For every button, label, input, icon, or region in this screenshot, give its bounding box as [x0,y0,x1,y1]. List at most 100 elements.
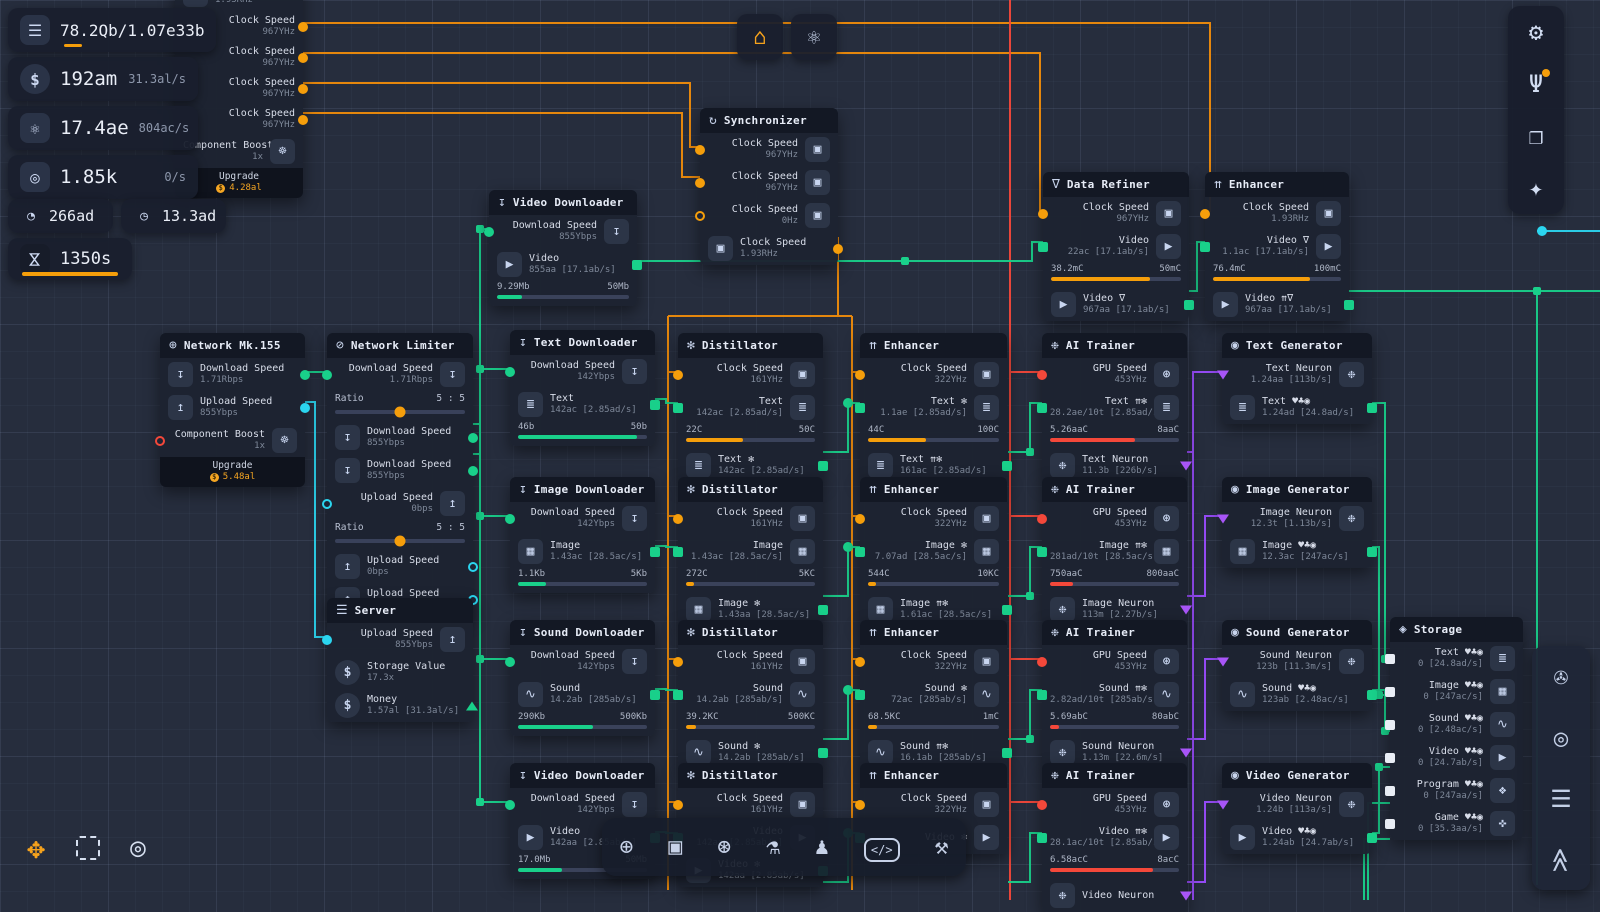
distillator-image[interactable]: ✻DistillatorClock Speed161YHz▣Image1.43a… [678,477,823,626]
port-g[interactable] [468,466,478,476]
distillator-sound[interactable]: ✻DistillatorClock Speed161YHz▣Sound14.2a… [678,620,823,769]
image-generator[interactable]: ◉Image GeneratorImage Neuron12.3t [1.13b… [1222,477,1372,568]
port-pt[interactable] [1217,800,1229,809]
port-rh[interactable] [155,436,165,446]
doc-icon[interactable]: ≣ [1154,395,1179,420]
gauge-icon[interactable]: ☸ [272,428,297,453]
port-o[interactable] [833,244,843,254]
ai-trainer-video-header[interactable]: ❉AI Trainer [1042,763,1187,788]
sound-icon[interactable]: ∿ [868,740,893,765]
storage-header[interactable]: ◈Storage [1390,617,1523,642]
port-g[interactable] [505,657,515,667]
gpu-icon[interactable]: ⊛ [1154,649,1179,674]
server-header[interactable]: ☰Server [327,598,473,623]
port-gs[interactable] [1002,605,1012,615]
port-ws[interactable] [1385,654,1395,664]
chip-icon[interactable]: ▣ [974,649,999,674]
port-g[interactable] [505,514,515,524]
text-generator[interactable]: ◉Text GeneratorText Neuron1.24aa [113b/s… [1222,333,1372,424]
neuron-icon[interactable]: ❉ [1050,597,1075,622]
chip-icon[interactable]: ▣ [183,0,208,7]
sound-icon[interactable]: ∿ [1230,682,1255,707]
sound-generator[interactable]: ◉Sound GeneratorSound Neuron123b [11.3m/… [1222,620,1372,711]
video-icon[interactable]: ▶ [1316,234,1341,259]
enhancer-video-header[interactable]: ⇈Enhancer [860,763,1007,788]
home-button[interactable]: ⌂ [737,14,783,60]
port-gs[interactable] [1037,690,1047,700]
ai-trainer-video[interactable]: ❉AI TrainerGPU Speed453YHz⊛Video ⇈✻28.1a… [1042,763,1187,912]
research-tab[interactable]: ⚗ [766,836,780,859]
port-o[interactable] [855,514,865,524]
port-r[interactable] [1037,514,1047,524]
research-button[interactable]: ⚛ [791,14,837,60]
download-icon[interactable]: ↧ [168,362,193,387]
port-gs[interactable] [1038,242,1048,252]
milestones-button[interactable]: ✦ [1529,176,1543,200]
image-downloader[interactable]: ↧Image DownloaderDownload Speed142Ybps↧▦… [510,477,655,593]
select-tool[interactable] [66,826,110,870]
distillator-text[interactable]: ✻DistillatorClock Speed161YHz▣Text142ac … [678,333,823,482]
video-generator[interactable]: ◉Video GeneratorVideo Neuron1.24b [113a/… [1222,763,1372,854]
neuron-icon[interactable]: ❉ [1050,740,1075,765]
network-limiter-header[interactable]: ⊘Network Limiter [327,333,473,358]
image-icon[interactable]: ▦ [1230,539,1255,564]
text-downloader-header[interactable]: ↧Text Downloader [510,330,655,355]
upgrade-button[interactable]: Upgrade$5.48al [160,457,305,487]
port-c[interactable] [300,403,310,413]
image-icon[interactable]: ▦ [1154,539,1179,564]
port-r[interactable] [1037,800,1047,810]
video-downloader-top-header[interactable]: ↧Video Downloader [489,190,637,215]
ai-trainer-text-header[interactable]: ❉AI Trainer [1042,333,1187,358]
doc-icon[interactable]: ≣ [974,395,999,420]
video-icon[interactable]: ▶ [1154,825,1179,850]
chip-icon[interactable]: ▣ [1316,201,1341,226]
neuron-icon[interactable]: ❉ [1339,506,1364,531]
image-icon[interactable]: ▦ [790,539,815,564]
port-c[interactable] [322,635,332,645]
storage[interactable]: ◈StorageText ♥♣◉0 [24.8ad/s]≣Image ♥♣◉0 … [1390,617,1523,840]
center-view-button[interactable]: ◎ [1554,726,1568,750]
screenshot-button[interactable]: ✇ [1554,665,1568,689]
port-o[interactable] [1038,209,1048,219]
port-gs[interactable] [1037,403,1047,413]
game-canvas[interactable]: { "colors":{"accent_orange":"#f59e0b","w… [0,0,1600,900]
image-generator-header[interactable]: ◉Image Generator [1222,477,1372,502]
video-icon[interactable]: ▶ [1051,292,1076,317]
port-o[interactable] [673,800,683,810]
image-icon[interactable]: ▦ [686,597,711,622]
sound-icon[interactable]: ∿ [790,682,815,707]
ratio-track[interactable] [335,539,465,543]
distillator-sound-header[interactable]: ✻Distillator [678,620,823,645]
port-pt[interactable] [1180,461,1192,470]
video-icon[interactable]: ▶ [518,825,543,850]
enhancer-sound-header[interactable]: ⇈Enhancer [860,620,1007,645]
download-icon[interactable]: ↧ [604,219,629,244]
port-gt[interactable] [466,701,478,710]
port-pt[interactable] [1217,370,1229,379]
distillator-text-header[interactable]: ✻Distillator [678,333,823,358]
money-icon[interactable]: $ [335,660,360,685]
port-pt[interactable] [1180,605,1192,614]
video-downloader-top[interactable]: ↧Video DownloaderDownload Speed855Ybps↧▶… [489,190,637,306]
port-gs[interactable] [1037,833,1047,843]
port-o[interactable] [1200,209,1210,219]
upload-icon[interactable]: ↥ [335,554,360,579]
image-downloader-header[interactable]: ↧Image Downloader [510,477,655,502]
download-icon[interactable]: ↧ [622,506,647,531]
network-limiter[interactable]: ⊘Network LimiterDownload Speed1.71Rbps↧R… [327,333,473,616]
ai-trainer-text[interactable]: ❉AI TrainerGPU Speed453YHz⊛Text ⇈✻28.2ae… [1042,333,1187,482]
achievements-button[interactable]: Ψ [1529,72,1543,96]
port-oh[interactable] [695,211,705,221]
server[interactable]: ☰ServerUpload Speed855Ybps↥$Storage Valu… [327,598,473,722]
image-icon[interactable]: ▦ [1490,679,1515,704]
port-gs[interactable] [1002,748,1012,758]
port-gs[interactable] [1037,547,1047,557]
doc-icon[interactable]: ≣ [1230,395,1255,420]
port-gs[interactable] [1200,242,1210,252]
storage-panel-button[interactable]: ☰ [1550,787,1572,811]
download-icon[interactable]: ↧ [440,362,465,387]
port-r[interactable] [1037,370,1047,380]
enhancer-top[interactable]: ⇈EnhancerClock Speed1.93RHz▣Video ∇1.1ac… [1205,172,1349,321]
ai-trainer-image-header[interactable]: ❉AI Trainer [1042,477,1187,502]
sound-icon[interactable]: ∿ [1154,682,1179,707]
